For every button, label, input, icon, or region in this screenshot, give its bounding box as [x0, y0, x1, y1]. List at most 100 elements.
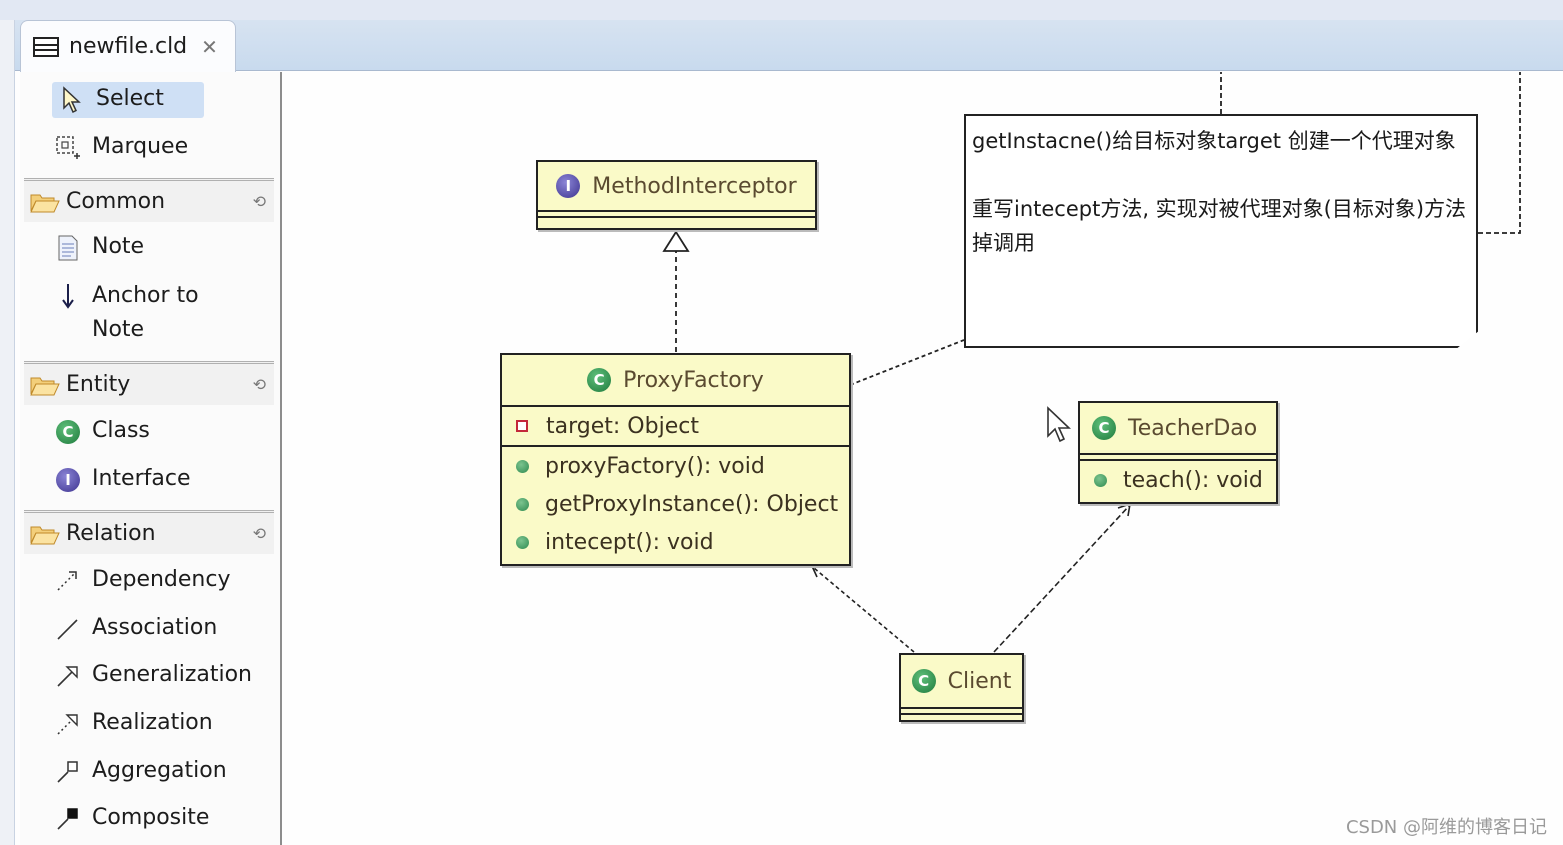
generalization-icon: [54, 662, 82, 690]
realization-icon: [54, 710, 82, 738]
palette-item-dependency[interactable]: Dependency: [54, 567, 230, 595]
method-text: teach(): void: [1123, 467, 1263, 493]
palette-item-aggregation[interactable]: Aggregation: [54, 758, 227, 786]
uml-note[interactable]: getInstacne()给目标对象target 创建一个代理对象 重写inte…: [964, 114, 1478, 348]
method-text: proxyFactory(): void: [545, 453, 765, 479]
dependency-arrowhead: [810, 565, 825, 578]
uml-header: I MethodInterceptor: [538, 162, 815, 210]
uml-class-proxyfactory[interactable]: C ProxyFactory target: Object proxyFacto…: [500, 353, 851, 566]
palette-item-label-line1: Anchor to: [92, 283, 199, 308]
palette-item-label: Interface: [92, 466, 191, 491]
palette-tool-label: Select: [96, 86, 164, 111]
public-method-icon: [516, 459, 529, 473]
close-icon[interactable]: ✕: [201, 35, 218, 59]
uml-class-client[interactable]: C Client: [899, 653, 1024, 722]
method-text: intecept(): void: [545, 529, 714, 555]
note-anchor-right: [1478, 72, 1521, 234]
note-anchor-proxyfactory: [849, 339, 965, 386]
drawer-label: Entity: [66, 372, 131, 397]
uml-method[interactable]: teach(): void: [1080, 461, 1276, 499]
class-icon: C: [54, 418, 82, 446]
interface-icon: I: [556, 174, 581, 198]
down-arrow-icon: [54, 282, 82, 310]
palette-item-label: Generalization: [92, 662, 252, 687]
public-method-icon: [516, 535, 529, 549]
palette-tool-label: Marquee: [92, 134, 189, 159]
aggregation-icon: [54, 758, 82, 786]
uml-header: C Client: [901, 655, 1022, 707]
diagram-canvas[interactable]: I MethodInterceptor C ProxyFactory targe…: [284, 72, 1563, 845]
palette-item-label: Realization: [92, 710, 213, 735]
uml-method[interactable]: intecept(): void: [502, 523, 849, 561]
uml-header: C ProxyFactory: [502, 355, 849, 405]
watermark: CSDN @阿维的博客日记: [1345, 817, 1547, 838]
palette-item-interface[interactable]: I Interface: [54, 466, 191, 494]
uml-compartment-divider: [538, 210, 815, 218]
palette-item-composite[interactable]: Composite: [54, 805, 209, 833]
uml-name: Client: [947, 668, 1012, 694]
palette-item-anchor-to-note[interactable]: Anchor to Note: [54, 282, 199, 347]
field-text: target: Object: [546, 413, 699, 439]
uml-name: TeacherDao: [1128, 415, 1258, 441]
private-field-icon: [516, 420, 528, 432]
palette-item-label: Aggregation: [92, 758, 227, 783]
drawer-relation[interactable]: Relation ⟲: [24, 510, 274, 554]
palette-item-label: Association: [92, 615, 218, 640]
dependency-icon: [54, 567, 82, 595]
class-icon: C: [911, 669, 936, 693]
drawer-label: Relation: [66, 521, 156, 546]
marquee-icon: [54, 134, 82, 162]
arrow-cursor-icon: [58, 86, 86, 114]
palette-tool-marquee[interactable]: Marquee: [54, 134, 188, 162]
editor-tab[interactable]: newfile.cld ✕: [20, 20, 236, 72]
palette-item-label: Composite: [92, 805, 210, 830]
uml-field[interactable]: target: Object: [502, 407, 849, 445]
palette-item-generalization[interactable]: Generalization: [54, 662, 252, 690]
uml-method[interactable]: proxyFactory(): void: [502, 447, 849, 485]
pin-icon[interactable]: ⟲: [253, 375, 266, 394]
method-text: getProxyInstance(): Object: [545, 491, 839, 517]
interface-icon: I: [54, 466, 82, 494]
class-diagram-file-icon: [33, 36, 59, 57]
uml-interface-methodinterceptor[interactable]: I MethodInterceptor: [536, 160, 817, 230]
mouse-pointer-icon: [1047, 406, 1071, 443]
uml-name: MethodInterceptor: [592, 173, 797, 199]
public-method-icon: [516, 497, 529, 511]
palette-item-note[interactable]: Note: [54, 234, 144, 262]
dependency-client-proxyfactory: [813, 567, 915, 653]
association-icon: [54, 615, 82, 643]
drawer-common[interactable]: Common ⟲: [24, 178, 274, 222]
left-window-edge: [0, 20, 15, 845]
palette-item-association[interactable]: Association: [54, 615, 217, 643]
palette-item-class[interactable]: C Class: [54, 418, 150, 446]
folder-open-icon: [30, 526, 60, 544]
uml-class-teacherdao[interactable]: C TeacherDao teach(): void: [1078, 401, 1278, 504]
palette-tool-select[interactable]: Select: [52, 82, 204, 118]
note-paragraph-1: getInstacne()给目标对象target 创建一个代理对象: [972, 129, 1456, 153]
palette-item-label-wrap: Anchor to Note: [92, 279, 199, 347]
palette-item-label: Note: [92, 234, 145, 259]
class-icon: C: [1092, 416, 1116, 440]
class-icon: C: [587, 368, 612, 392]
dependency-arrowhead: [1117, 502, 1132, 517]
note-paragraph-2: 重写intecept方法, 实现对被代理对象(目标对象)方法掉调用: [972, 197, 1467, 255]
composite-icon: [54, 805, 82, 833]
pin-icon[interactable]: ⟲: [253, 524, 266, 543]
palette-item-realization[interactable]: Realization: [54, 710, 213, 738]
public-method-icon: [1094, 473, 1107, 487]
palette-item-label: Class: [92, 418, 150, 443]
pin-icon[interactable]: ⟲: [253, 192, 266, 211]
palette-item-label: Dependency: [92, 567, 231, 592]
folder-open-icon: [30, 194, 60, 212]
uml-compartment-divider: [1080, 453, 1276, 461]
uml-method[interactable]: getProxyInstance(): Object: [502, 485, 849, 523]
tab-title: newfile.cld: [69, 34, 188, 59]
drawer-entity[interactable]: Entity ⟲: [24, 361, 274, 405]
folder-open-icon: [30, 377, 60, 395]
note-icon: [54, 234, 82, 262]
window-top-bar: [0, 0, 1563, 20]
palette-item-label-line2: Note: [92, 317, 145, 342]
drawer-label: Common: [66, 189, 166, 214]
palette: Select Marquee Common ⟲ Note Anchor to N…: [20, 72, 282, 845]
uml-header: C TeacherDao: [1080, 403, 1276, 453]
